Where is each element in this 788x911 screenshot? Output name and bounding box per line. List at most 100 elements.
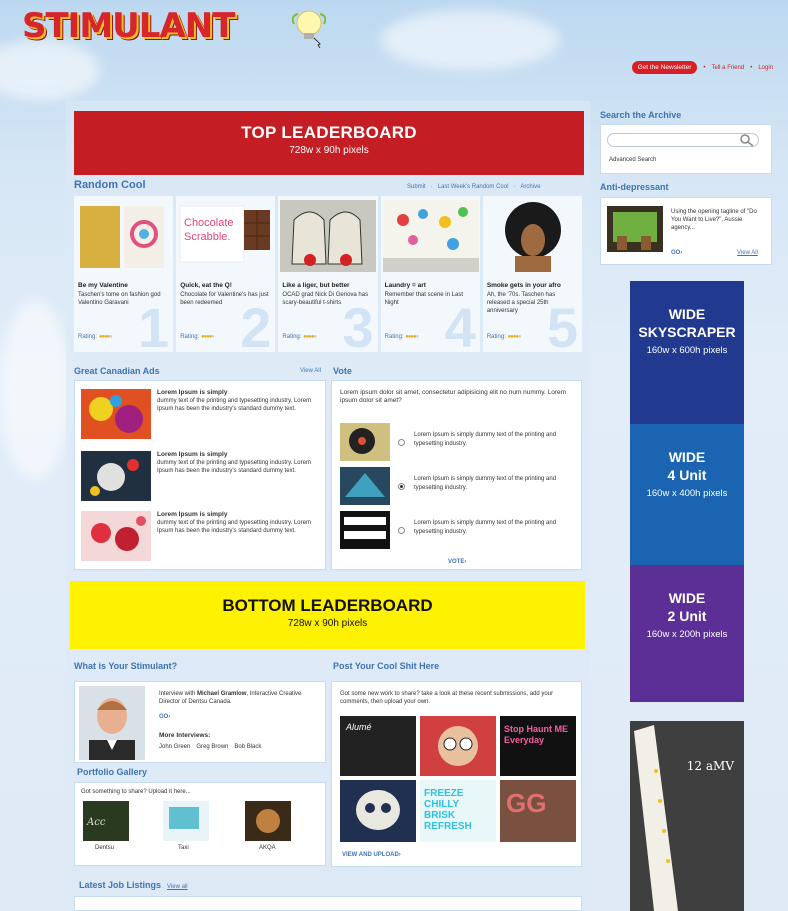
great-ads-view-all[interactable]: View All	[300, 368, 321, 374]
submission-thumbnail[interactable]: Stop Haunt ME Everyday	[500, 716, 576, 776]
ad-item[interactable]: Lorem Ipsum is simply dummy text of the p…	[81, 389, 321, 443]
submission-thumbnail[interactable]: Alumé	[340, 716, 416, 776]
amv-ad[interactable]: 12 aMV	[630, 721, 744, 911]
vote-option-text: Lorem Ipsum is simply dummy text of the …	[414, 476, 557, 491]
interview-go-link[interactable]: GO›	[159, 714, 170, 720]
vote-submit-link[interactable]: VOTE›	[448, 559, 466, 565]
vote-panel: Lorem ipsum dolor sit amet, consectetur …	[331, 380, 582, 570]
interview-link[interactable]: Greg Brown	[196, 744, 228, 750]
svg-text:Scrabble.: Scrabble.	[184, 231, 230, 243]
interview-link[interactable]: Bob Black	[234, 744, 261, 750]
great-ads-title: Great Canadian Ads	[74, 366, 160, 376]
rating-stars[interactable]: ●●●●●	[201, 334, 215, 340]
jobs-title: Latest Job Listings	[79, 880, 162, 890]
ad-thumbnail	[81, 511, 151, 561]
tshirt-thumbnail	[280, 200, 377, 272]
interview-link[interactable]: John Green	[159, 744, 190, 750]
random-cool-card[interactable]: 1 Be my Valentine Taschen's tome on fash…	[74, 196, 174, 352]
submission-thumbnail[interactable]	[340, 780, 416, 842]
stimulant-panel: Interview with Michael Gramlow, Interact…	[74, 681, 326, 763]
random-cool-card[interactable]: 2 Chocolate Scrabble. Quick, eat the Q! …	[176, 196, 276, 352]
submit-link[interactable]: Submit	[407, 184, 426, 190]
card-rating: Rating: ●●●●●	[282, 334, 317, 340]
wide-skyscraper-ad[interactable]: WIDE SKYSCRAPER 160w x 600h pixels	[630, 281, 744, 424]
vote-thumbnail	[340, 423, 390, 461]
card-title: Smoke gets in your afro	[486, 282, 561, 289]
submission-thumbnail[interactable]: FREEZE CHILLY BRISK REFRESH	[420, 780, 496, 842]
random-cool-card[interactable]: 4 Laundry = art Remember that scene in L…	[380, 196, 480, 352]
card-title: Be my Valentine	[78, 282, 128, 289]
submission-thumbnail[interactable]	[420, 716, 496, 776]
vote-radio[interactable]	[398, 439, 405, 446]
site-logo[interactable]: STIMULANT	[22, 6, 235, 46]
card-rating: Rating: ●●●●●	[487, 334, 522, 340]
portfolio-thumbnail[interactable]: Acc	[83, 801, 129, 841]
rating-stars[interactable]: ●●●●●	[508, 334, 522, 340]
archive-link[interactable]: Archive	[520, 184, 540, 190]
ad-line1: WIDE	[668, 590, 706, 606]
portfolio-label[interactable]: Dentsu	[95, 845, 114, 851]
top-leaderboard-ad[interactable]: TOP LEADERBOARD 728w x 90h pixels	[74, 111, 584, 175]
vote-option[interactable]: Lorem Ipsum is simply dummy text of the …	[340, 511, 572, 551]
jobs-view-all[interactable]: View all	[167, 884, 188, 890]
login-link[interactable]: Login	[758, 65, 773, 71]
portfolio-label[interactable]: AKQA	[259, 845, 276, 851]
card-desc: Taschen's tome on fashion god Valentino …	[78, 292, 161, 306]
interviewee-photo[interactable]	[79, 686, 145, 760]
ad-title: TOP LEADERBOARD	[241, 123, 417, 142]
rating-label: Rating:	[78, 334, 98, 340]
stimulant-title: What is Your Stimulant?	[74, 661, 178, 671]
random-cool-cards: 1 Be my Valentine Taschen's tome on fash…	[74, 196, 583, 352]
wide-4-unit-ad[interactable]: WIDE 4 Unit 160w x 400h pixels	[630, 424, 744, 565]
vote-option-text: Lorem Ipsum is simply dummy text of the …	[414, 432, 557, 447]
newsletter-button[interactable]: Get the Newsletter	[631, 61, 698, 74]
anti-thumbnail[interactable]	[607, 206, 663, 252]
random-cool-card[interactable]: 3 Like a liger, but better OCAD grad Nic…	[278, 196, 378, 352]
card-desc: Ah, the '70s. Taschen has released a spe…	[486, 292, 556, 314]
portfolio-thumbnail[interactable]	[163, 801, 209, 841]
ad-title: Lorem Ipsum is simply	[157, 389, 228, 396]
ad-item[interactable]: Lorem Ipsum is simply dummy text of the p…	[81, 511, 321, 565]
rating-stars[interactable]: ●●●●●	[405, 334, 419, 340]
ad-text: Lorem Ipsum is simply dummy text of the p…	[157, 451, 327, 475]
jobs-header: Latest Job Listings View all	[79, 880, 188, 890]
wide-2-unit-ad[interactable]: WIDE 2 Unit 160w x 200h pixels	[630, 565, 744, 702]
separator: •	[750, 64, 753, 71]
anti-view-all[interactable]: View All	[737, 250, 758, 256]
ad-line2: 4 Unit	[667, 467, 707, 483]
ad-size: 728w x 90h pixels	[289, 145, 369, 156]
random-cool-card[interactable]: 5 Smoke gets in your afro Ah, the '70s. …	[482, 196, 583, 352]
ad-text: Lorem Ipsum is simply dummy text of the p…	[157, 511, 327, 535]
view-upload-link[interactable]: VIEW AND UPLOAD›	[342, 852, 401, 858]
last-week-link[interactable]: Last Week's Random Cool	[438, 184, 509, 190]
ad-title: WIDE 4 Unit	[630, 448, 744, 484]
rating-stars[interactable]: ●●●●●	[99, 334, 113, 340]
search-icon[interactable]	[739, 133, 755, 147]
anti-go-link[interactable]: GO›	[671, 250, 682, 256]
ad-line1: WIDE	[668, 449, 706, 465]
vote-option[interactable]: Lorem Ipsum is simply dummy text of the …	[340, 423, 572, 463]
tell-friend-link[interactable]: Tell a Friend	[712, 65, 745, 71]
random-cool-title: Random Cool	[74, 179, 146, 191]
random-cool-links: Submit · Last Week's Random Cool · Archive	[407, 184, 540, 190]
portfolio-prompt: Got something to share? Upload it here..…	[81, 789, 191, 795]
vote-option[interactable]: Lorem Ipsum is simply dummy text of the …	[340, 467, 572, 507]
submission-thumbnail[interactable]: GG	[500, 780, 576, 842]
vote-radio[interactable]	[398, 483, 405, 490]
bottom-leaderboard-ad[interactable]: BOTTOM LEADERBOARD 728w x 90h pixels	[70, 581, 585, 649]
rating-stars[interactable]: ●●●●●	[303, 334, 317, 340]
vote-thumbnail	[340, 467, 390, 505]
amv-text: 12 aMV	[686, 759, 734, 773]
ad-title: WIDE 2 Unit	[630, 589, 744, 625]
card-desc: Remember that scene in Last Night	[384, 292, 463, 306]
vote-radio[interactable]	[398, 527, 405, 534]
card-title: Laundry = art	[384, 282, 426, 289]
cool-shit-intro: Got some new work to share? take a look …	[340, 691, 554, 705]
advanced-search-link[interactable]: Advanced Search	[609, 157, 656, 163]
ad-item[interactable]: Lorem Ipsum is simply dummy text of the p…	[81, 451, 321, 505]
search-input[interactable]	[607, 133, 759, 147]
portfolio-thumbnail[interactable]	[245, 801, 291, 841]
ad-body: dummy text of the printing and typesetti…	[157, 398, 311, 412]
portfolio-label[interactable]: Taxi	[178, 845, 189, 851]
interview-name[interactable]: Michael Gramlow	[197, 691, 246, 697]
